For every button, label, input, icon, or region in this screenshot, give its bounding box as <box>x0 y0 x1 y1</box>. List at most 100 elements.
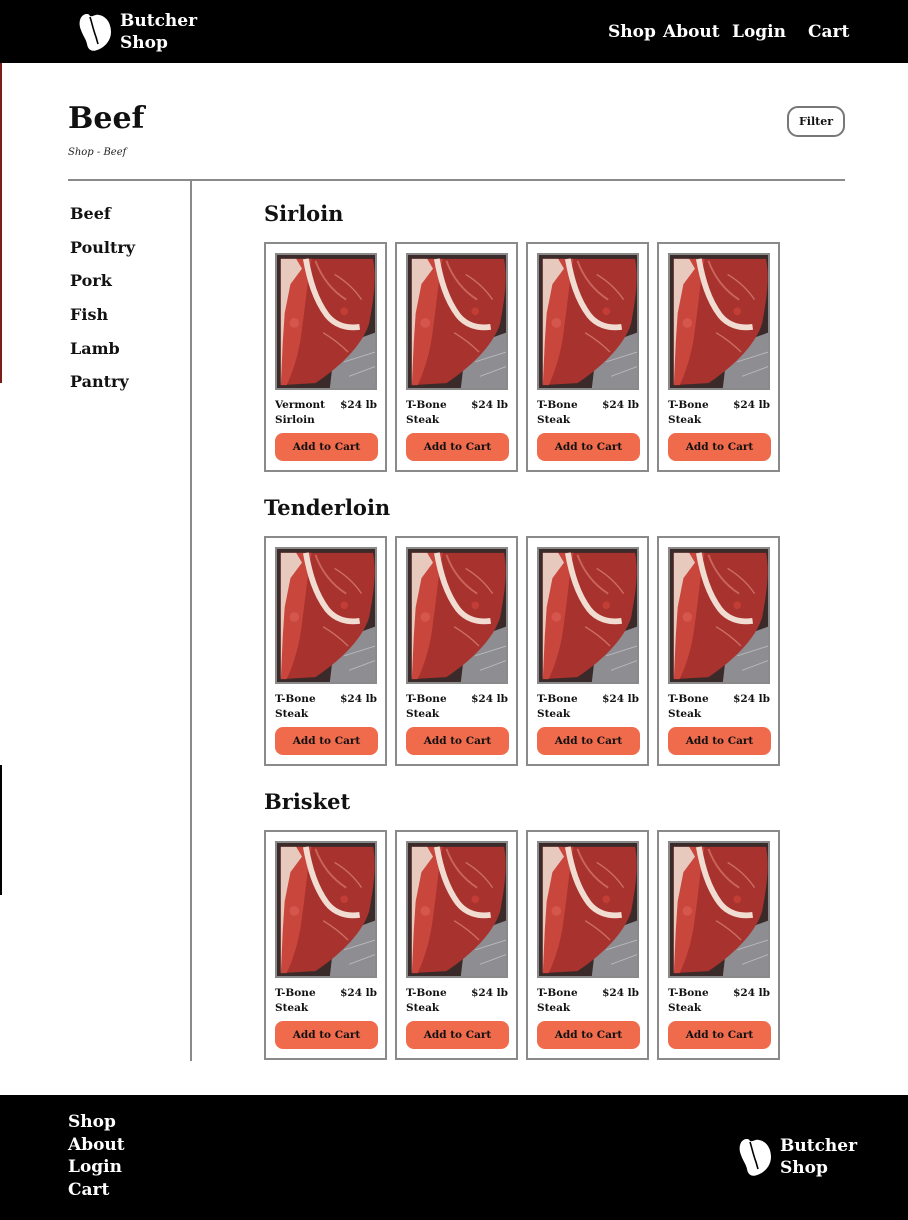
footer-shop-link[interactable]: Shop <box>68 1111 125 1134</box>
product-card[interactable]: T-Bone Steak $24 lb Add to Cart <box>395 830 518 1060</box>
product-name: T-Bone Steak <box>668 399 709 426</box>
product-name: T-Bone Steak <box>406 399 447 426</box>
vertical-divider <box>190 181 192 1061</box>
product-name: T-Bone Steak <box>406 987 447 1014</box>
brand-name: Butcher Shop <box>780 1135 857 1179</box>
add-to-cart-button[interactable]: Add to Cart <box>406 727 509 755</box>
product-grid: T-Bone Steak $24 lb Add to Cart T-Bone Stea… <box>264 830 788 1060</box>
product-card[interactable]: T-Bone Steak $24 lb Add to Cart <box>264 830 387 1060</box>
steak-photo <box>539 255 637 388</box>
left-edge-strip <box>0 63 2 383</box>
sidebar-item-pork[interactable]: Pork <box>70 268 135 302</box>
site-footer: Shop About Login Cart Butcher Shop <box>0 1095 908 1220</box>
product-price: $24 lb <box>471 987 508 999</box>
product-image[interactable] <box>537 253 639 390</box>
left-edge-strip <box>0 765 2 895</box>
product-image[interactable] <box>537 841 639 978</box>
steak-photo <box>670 843 768 976</box>
product-price: $24 lb <box>471 693 508 705</box>
add-to-cart-button[interactable]: Add to Cart <box>668 1021 771 1049</box>
breadcrumb: Shop - Beef <box>68 147 127 158</box>
add-to-cart-button[interactable]: Add to Cart <box>275 727 378 755</box>
product-card[interactable]: T-Bone Steak $24 lb Add to Cart <box>657 242 780 472</box>
add-to-cart-button[interactable]: Add to Cart <box>537 433 640 461</box>
product-section: Brisket T-Bone Steak $24 lb Add to Cart T-Bo… <box>264 788 788 1060</box>
nav-login-link[interactable]: Login <box>732 20 786 44</box>
product-card[interactable]: T-Bone Steak $24 lb Add to Cart <box>526 536 649 766</box>
product-name: T-Bone Steak <box>668 987 709 1014</box>
product-name: T-Bone Steak <box>537 693 578 720</box>
product-price: $24 lb <box>602 399 639 411</box>
filter-button[interactable]: Filter <box>787 106 845 137</box>
steak-photo <box>539 549 637 682</box>
product-card[interactable]: T-Bone Steak $24 lb Add to Cart <box>395 242 518 472</box>
nav-shop-link[interactable]: Shop <box>608 20 656 44</box>
product-image[interactable] <box>275 253 377 390</box>
footer-cart-link[interactable]: Cart <box>68 1179 125 1202</box>
product-image[interactable] <box>406 253 508 390</box>
product-card[interactable]: T-Bone Steak $24 lb Add to Cart <box>526 830 649 1060</box>
product-card[interactable]: T-Bone Steak $24 lb Add to Cart <box>657 830 780 1060</box>
add-to-cart-button[interactable]: Add to Cart <box>668 433 771 461</box>
product-price: $24 lb <box>733 693 770 705</box>
add-to-cart-button[interactable]: Add to Cart <box>537 727 640 755</box>
product-price: $24 lb <box>340 693 377 705</box>
product-name: T-Bone Steak <box>275 987 316 1014</box>
add-to-cart-button[interactable]: Add to Cart <box>275 1021 378 1049</box>
product-price: $24 lb <box>733 399 770 411</box>
steak-photo <box>408 255 506 388</box>
site-header: Butcher Shop Shop About Login Cart <box>0 0 908 63</box>
steak-photo <box>670 255 768 388</box>
nav-cart-link[interactable]: Cart <box>808 20 849 44</box>
brand-line-2: Shop <box>780 1158 828 1178</box>
steak-photo <box>277 843 375 976</box>
product-price: $24 lb <box>340 399 377 411</box>
sidebar-item-poultry[interactable]: Poultry <box>70 235 135 269</box>
footer-about-link[interactable]: About <box>68 1134 125 1157</box>
product-image[interactable] <box>275 841 377 978</box>
product-card[interactable]: T-Bone Steak $24 lb Add to Cart <box>264 536 387 766</box>
product-card[interactable]: T-Bone Steak $24 lb Add to Cart <box>657 536 780 766</box>
product-image[interactable] <box>537 547 639 684</box>
section-title: Brisket <box>264 789 351 814</box>
product-grid: T-Bone Steak $24 lb Add to Cart T-Bone Stea… <box>264 536 788 766</box>
add-to-cart-button[interactable]: Add to Cart <box>406 433 509 461</box>
brand-line-1: Butcher <box>780 1136 858 1156</box>
add-to-cart-button[interactable]: Add to Cart <box>537 1021 640 1049</box>
product-name: T-Bone Steak <box>668 693 709 720</box>
footer-login-link[interactable]: Login <box>68 1156 125 1179</box>
steak-photo <box>277 549 375 682</box>
product-card[interactable]: T-Bone Steak $24 lb Add to Cart <box>395 536 518 766</box>
section-title: Tenderloin <box>264 495 391 520</box>
add-to-cart-button[interactable]: Add to Cart <box>406 1021 509 1049</box>
product-image[interactable] <box>406 841 508 978</box>
top-nav: Shop About Login Cart <box>0 20 908 46</box>
product-image[interactable] <box>275 547 377 684</box>
t-bone-steak-icon <box>739 1139 771 1176</box>
product-card[interactable]: Vermont Sirloin $24 lb Add to Cart <box>264 242 387 472</box>
product-price: $24 lb <box>471 399 508 411</box>
sidebar-item-lamb[interactable]: Lamb <box>70 336 135 370</box>
product-image[interactable] <box>668 547 770 684</box>
product-image[interactable] <box>406 547 508 684</box>
sidebar-item-beef[interactable]: Beef <box>70 201 135 235</box>
steak-photo <box>277 255 375 388</box>
product-grid: Vermont Sirloin $24 lb Add to Cart T-Bone S… <box>264 242 788 472</box>
product-section: Tenderloin T-Bone Steak $24 lb Add to Cart T… <box>264 494 788 766</box>
product-image[interactable] <box>668 841 770 978</box>
steak-photo <box>408 843 506 976</box>
product-card[interactable]: T-Bone Steak $24 lb Add to Cart <box>526 242 649 472</box>
product-name: T-Bone Steak <box>537 987 578 1014</box>
add-to-cart-button[interactable]: Add to Cart <box>275 433 378 461</box>
product-section: Sirloin Vermont Sirloin $24 lb Add to Cart T… <box>264 200 788 472</box>
product-name: Vermont Sirloin <box>275 399 325 426</box>
nav-about-link[interactable]: About <box>663 20 720 44</box>
product-image[interactable] <box>668 253 770 390</box>
sidebar-item-fish[interactable]: Fish <box>70 302 135 336</box>
product-name: T-Bone Steak <box>275 693 316 720</box>
footer-logo[interactable]: Butcher Shop <box>738 1135 857 1179</box>
sidebar-item-pantry[interactable]: Pantry <box>70 369 135 403</box>
category-sidebar: Beef Poultry Pork Fish Lamb Pantry <box>70 201 135 403</box>
product-name: T-Bone Steak <box>537 399 578 426</box>
add-to-cart-button[interactable]: Add to Cart <box>668 727 771 755</box>
